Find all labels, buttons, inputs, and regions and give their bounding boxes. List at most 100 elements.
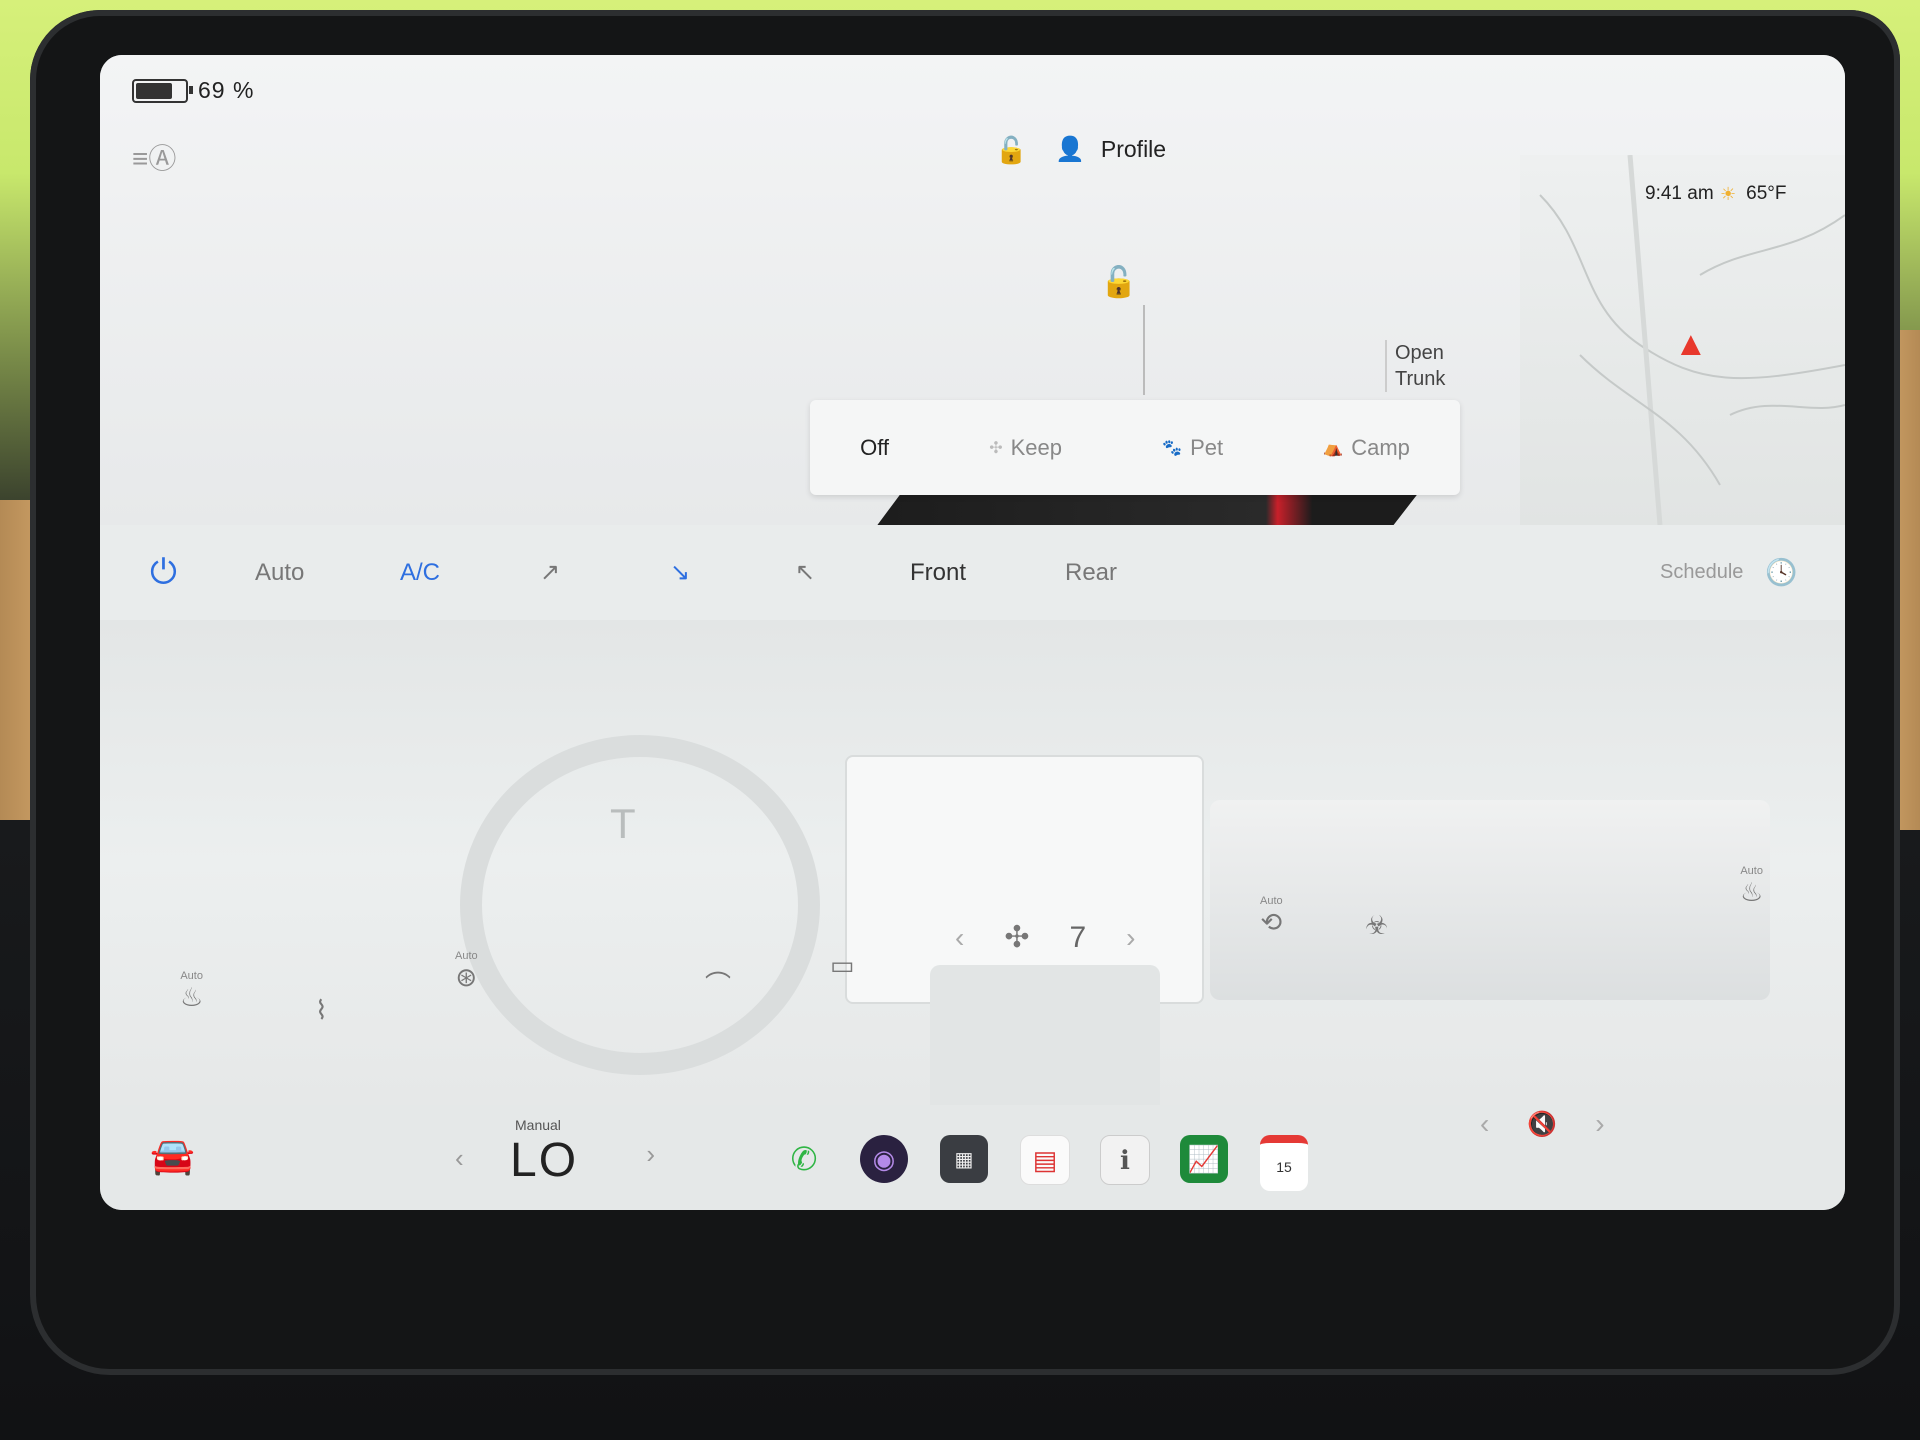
profile-label: Profile — [1100, 136, 1167, 162]
outside-temperature: 65°F — [1746, 183, 1787, 204]
mode-keep[interactable]: ✣ Keep — [989, 435, 1062, 461]
fan-increase-button[interactable]: › — [1126, 922, 1135, 954]
bioweapon-defense-button[interactable]: ☣ — [1365, 910, 1388, 941]
passenger-seat-heater-icon: ♨ — [1740, 877, 1764, 907]
open-trunk-label-line1: Open — [1395, 342, 1444, 364]
fan-speed-value: 7 — [1069, 920, 1087, 954]
steering-wheel-image — [460, 735, 820, 1075]
front-defrost-button[interactable]: ⌒ — [705, 965, 731, 1002]
driver-seat-heat-button[interactable]: Auto ♨ — [180, 970, 203, 1013]
power-icon: ⏻ — [150, 553, 177, 591]
temp-value: LO — [510, 1134, 579, 1187]
climate-keep-modes: Off ✣ Keep 🐾 Pet ⛺ Camp — [810, 400, 1460, 495]
recirculate-icon: ⟲ — [1260, 907, 1283, 937]
ac-button[interactable]: A/C — [400, 525, 440, 620]
fan-small-icon: ✣ — [989, 439, 1003, 457]
manual-icon[interactable]: ℹ — [1100, 1135, 1150, 1185]
clock: 9:41 am — [1645, 183, 1714, 204]
battery-percent: 69 % — [198, 77, 255, 103]
seat-heater-icon: ♨ — [180, 982, 204, 1012]
center-console-image — [930, 965, 1160, 1105]
passenger-seat-heat-button[interactable]: Auto ♨ — [1740, 865, 1763, 908]
mode-pet-label: Pet — [1190, 434, 1224, 460]
temp-decrease-button[interactable]: ‹ — [455, 1143, 464, 1174]
mode-camp-label: Camp — [1351, 434, 1410, 460]
volume-increase-button[interactable]: › — [1595, 1108, 1604, 1140]
passenger-seat-auto-label: Auto — [1740, 865, 1763, 877]
mode-keep-label: Keep — [1010, 434, 1062, 460]
open-trunk-button[interactable]: Open Trunk — [1385, 340, 1445, 392]
wheel-heat-auto-label: Auto — [455, 950, 478, 962]
steering-wheel-heat-icon: ⊛ — [455, 962, 478, 992]
airflow-defrost-icon: ↖ — [795, 559, 816, 586]
mode-off-label: Off — [860, 434, 890, 460]
cabin-view: T Auto ♨ ⌇ Auto ⊛ ⌒ ▭ ‹ ✣ 7 › Auto ⟲ ☣ A… — [100, 620, 1845, 1105]
climate-toolbar: ⏻ Auto A/C ↗ ↘ ↖ Front Rear Schedule 🕓 — [100, 525, 1845, 620]
tent-icon: ⛺ — [1323, 439, 1344, 457]
volume-control: ‹ 🔇 › — [1480, 1108, 1605, 1140]
airflow-feet-icon: ↘ — [670, 559, 691, 586]
tab-rear-label: Rear — [1065, 558, 1118, 586]
ac-label: A/C — [400, 558, 441, 586]
person-icon: 👤 — [1055, 136, 1085, 163]
navigation-arrow-icon: ▲ — [1674, 325, 1708, 363]
energy-icon[interactable]: ▤ — [1020, 1135, 1070, 1185]
camera-icon[interactable]: ◉ — [860, 1135, 908, 1183]
climate-power-button[interactable]: ⏻ — [150, 525, 177, 620]
battery-icon — [132, 78, 193, 103]
biohazard-icon: ☣ — [1365, 910, 1389, 940]
phone-icon[interactable]: ✆ — [780, 1135, 828, 1183]
car-icon[interactable]: 🚘 — [150, 1135, 195, 1177]
fan-speed-control: ‹ ✣ 7 › — [955, 920, 1135, 955]
weather: ☀ 65°F — [1720, 183, 1786, 205]
clock-icon: 🕓 — [1765, 557, 1798, 587]
mode-pet[interactable]: 🐾 Pet — [1162, 435, 1223, 461]
recirculate-button[interactable]: Auto ⟲ — [1260, 895, 1283, 938]
schedule-button[interactable]: Schedule 🕓 — [1660, 525, 1798, 620]
lock-icon[interactable]: 🔓 — [995, 135, 1027, 166]
car-status-area: 69 % ≡Ⓐ 🔓 👤 Profile 9:41 am ☀ 65°F ▲ 🔓 O — [100, 55, 1845, 525]
paw-icon: 🐾 — [1162, 439, 1183, 457]
rear-defrost-icon: ⌇ — [315, 995, 328, 1025]
fan-decrease-button[interactable]: ‹ — [955, 922, 964, 954]
mode-off[interactable]: Off — [860, 435, 889, 461]
mode-camp[interactable]: ⛺ Camp — [1323, 435, 1410, 461]
climate-auto-button[interactable]: Auto — [255, 525, 304, 620]
volume-muted-icon[interactable]: 🔇 — [1527, 1110, 1557, 1139]
airflow-face-button[interactable]: ↗ — [540, 525, 560, 620]
stocks-chart-icon[interactable]: 📈 — [1180, 1135, 1228, 1183]
battery-indicator: 69 % — [132, 77, 254, 104]
rear-window-defrost-button[interactable]: ▭ — [830, 950, 855, 981]
climate-auto-label: Auto — [255, 558, 305, 586]
steering-wheel-heat-button[interactable]: Auto ⊛ — [455, 950, 478, 993]
fan-icon: ✣ — [1004, 921, 1030, 954]
temp-mode-label: Manual — [515, 1117, 561, 1133]
airflow-face-icon: ↗ — [540, 559, 561, 586]
driver-seat-auto-label: Auto — [180, 970, 203, 982]
open-trunk-label-line2: Trunk — [1395, 368, 1446, 390]
airflow-feet-button[interactable]: ↘ — [670, 525, 690, 620]
car-lock-icon[interactable]: 🔓 — [1100, 265, 1137, 300]
battery-fill — [136, 82, 172, 99]
temp-increase-button[interactable]: › — [646, 1139, 655, 1170]
driver-temperature-control: ‹ Manual LO › — [455, 1115, 655, 1195]
rear-defrost-button[interactable]: ⌇ — [315, 995, 328, 1026]
profile-button[interactable]: 👤 Profile — [1055, 135, 1166, 164]
volume-decrease-button[interactable]: ‹ — [1480, 1108, 1489, 1140]
calendar-icon[interactable]: 15 — [1260, 1135, 1308, 1191]
dashboard-image — [1210, 800, 1770, 1000]
calendar-day: 15 — [1276, 1159, 1292, 1175]
rear-window-defrost-icon: ▭ — [830, 950, 855, 980]
toybox-icon[interactable]: ▦ — [940, 1135, 988, 1183]
lock-pointer-line — [1143, 305, 1145, 395]
tesla-logo-icon: T — [610, 800, 636, 847]
touchscreen: 69 % ≡Ⓐ 🔓 👤 Profile 9:41 am ☀ 65°F ▲ 🔓 O — [100, 55, 1845, 1210]
tab-rear[interactable]: Rear — [1065, 525, 1117, 620]
schedule-label: Schedule — [1660, 561, 1744, 583]
airflow-defrost-button[interactable]: ↖ — [795, 525, 815, 620]
headlight-icon[interactable]: ≡Ⓐ — [132, 137, 176, 177]
tab-front[interactable]: Front — [910, 525, 966, 620]
recirculate-auto-label: Auto — [1260, 895, 1283, 907]
sun-icon: ☀ — [1720, 183, 1737, 204]
front-defrost-icon: ⌒ — [705, 970, 732, 1000]
